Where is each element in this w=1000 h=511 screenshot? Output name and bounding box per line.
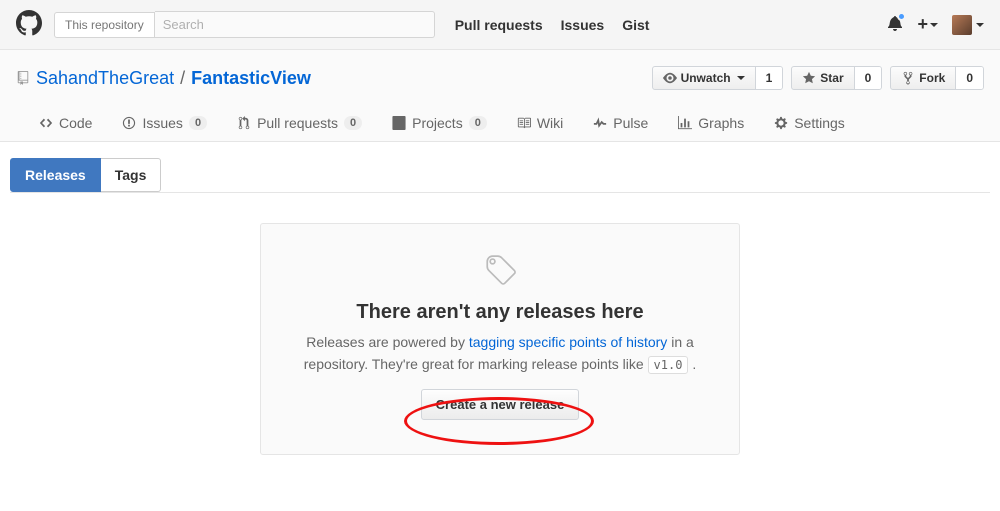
- top-bar: This repository Pull requests Issues Gis…: [0, 0, 1000, 50]
- tab-pull-requests[interactable]: Pull requests 0: [222, 104, 377, 141]
- main-content: Releases Tags There aren't any releases …: [0, 142, 1000, 495]
- watch-label: Unwatch: [681, 71, 731, 85]
- avatar: [952, 15, 972, 35]
- tab-settings[interactable]: Settings: [759, 104, 860, 141]
- fork-button-group: Fork 0: [890, 66, 984, 90]
- tab-issues[interactable]: Issues 0: [107, 104, 222, 141]
- subnav-tags[interactable]: Tags: [101, 158, 162, 192]
- tab-code-label: Code: [59, 115, 92, 131]
- projects-count: 0: [469, 116, 487, 130]
- tab-graphs-label: Graphs: [698, 115, 744, 131]
- tab-graphs[interactable]: Graphs: [663, 104, 759, 141]
- top-right: +: [887, 14, 984, 35]
- repo-icon: [16, 71, 30, 85]
- nav-issues[interactable]: Issues: [561, 17, 605, 33]
- github-logo-icon[interactable]: [16, 10, 42, 39]
- text-post: .: [688, 356, 696, 372]
- book-icon: [517, 116, 531, 130]
- search-scope-button[interactable]: This repository: [54, 12, 155, 38]
- star-icon: [802, 71, 816, 85]
- fork-button[interactable]: Fork: [891, 67, 955, 89]
- unwatch-button[interactable]: Unwatch: [653, 67, 755, 89]
- pr-count: 0: [344, 116, 362, 130]
- version-code: v1.0: [648, 356, 689, 374]
- eye-icon: [663, 71, 677, 85]
- tab-pulse[interactable]: Pulse: [578, 104, 663, 141]
- tab-wiki[interactable]: Wiki: [502, 104, 578, 141]
- gear-icon: [774, 116, 788, 130]
- notifications-icon[interactable]: [887, 15, 903, 34]
- tab-projects[interactable]: Projects 0: [377, 104, 502, 141]
- pulse-icon: [593, 116, 607, 130]
- star-button[interactable]: Star: [792, 67, 853, 89]
- repo-owner-link[interactable]: SahandTheGreat: [36, 68, 174, 89]
- blankslate-description: Releases are powered by tagging specific…: [291, 332, 709, 375]
- create-release-button[interactable]: Create a new release: [421, 389, 580, 420]
- text-pre: Releases are powered by: [306, 334, 469, 350]
- tab-code[interactable]: Code: [24, 104, 107, 141]
- issue-icon: [122, 116, 136, 130]
- tab-pulse-label: Pulse: [613, 115, 648, 131]
- path-separator: /: [180, 68, 185, 89]
- star-count[interactable]: 0: [854, 67, 882, 89]
- pull-request-icon: [237, 116, 251, 130]
- top-nav: Pull requests Issues Gist: [455, 17, 650, 33]
- blankslate-panel: There aren't any releases here Releases …: [260, 223, 740, 455]
- search-input[interactable]: [155, 11, 435, 38]
- user-menu[interactable]: [952, 15, 984, 35]
- releases-subnav: Releases Tags: [10, 158, 990, 193]
- tab-pr-label: Pull requests: [257, 115, 338, 131]
- repo-path: SahandTheGreat / FantasticView: [16, 68, 311, 89]
- star-button-group: Star 0: [791, 66, 882, 90]
- repo-actions: Unwatch 1 Star 0 Fork 0: [652, 66, 984, 90]
- graph-icon: [678, 116, 692, 130]
- create-new-dropdown[interactable]: +: [917, 14, 938, 35]
- code-icon: [39, 116, 53, 130]
- tagging-link[interactable]: tagging specific points of history: [469, 334, 667, 350]
- tab-projects-label: Projects: [412, 115, 463, 131]
- watch-button-group: Unwatch 1: [652, 66, 784, 90]
- unread-dot-icon: [897, 12, 906, 21]
- watch-count[interactable]: 1: [755, 67, 783, 89]
- tab-settings-label: Settings: [794, 115, 845, 131]
- subnav-releases[interactable]: Releases: [10, 158, 101, 192]
- nav-pull-requests[interactable]: Pull requests: [455, 17, 543, 33]
- star-label: Star: [820, 71, 843, 85]
- tab-wiki-label: Wiki: [537, 115, 563, 131]
- repo-nav: Code Issues 0 Pull requests 0 Projects 0…: [16, 104, 984, 141]
- tag-icon: [483, 254, 517, 288]
- blankslate-heading: There aren't any releases here: [291, 301, 709, 324]
- fork-label: Fork: [919, 71, 945, 85]
- tab-issues-label: Issues: [142, 115, 182, 131]
- issues-count: 0: [189, 116, 207, 130]
- nav-gist[interactable]: Gist: [622, 17, 649, 33]
- fork-icon: [901, 71, 915, 85]
- fork-count[interactable]: 0: [955, 67, 983, 89]
- project-icon: [392, 116, 406, 130]
- repo-header: SahandTheGreat / FantasticView Unwatch 1…: [0, 50, 1000, 142]
- repo-name-link[interactable]: FantasticView: [191, 68, 311, 89]
